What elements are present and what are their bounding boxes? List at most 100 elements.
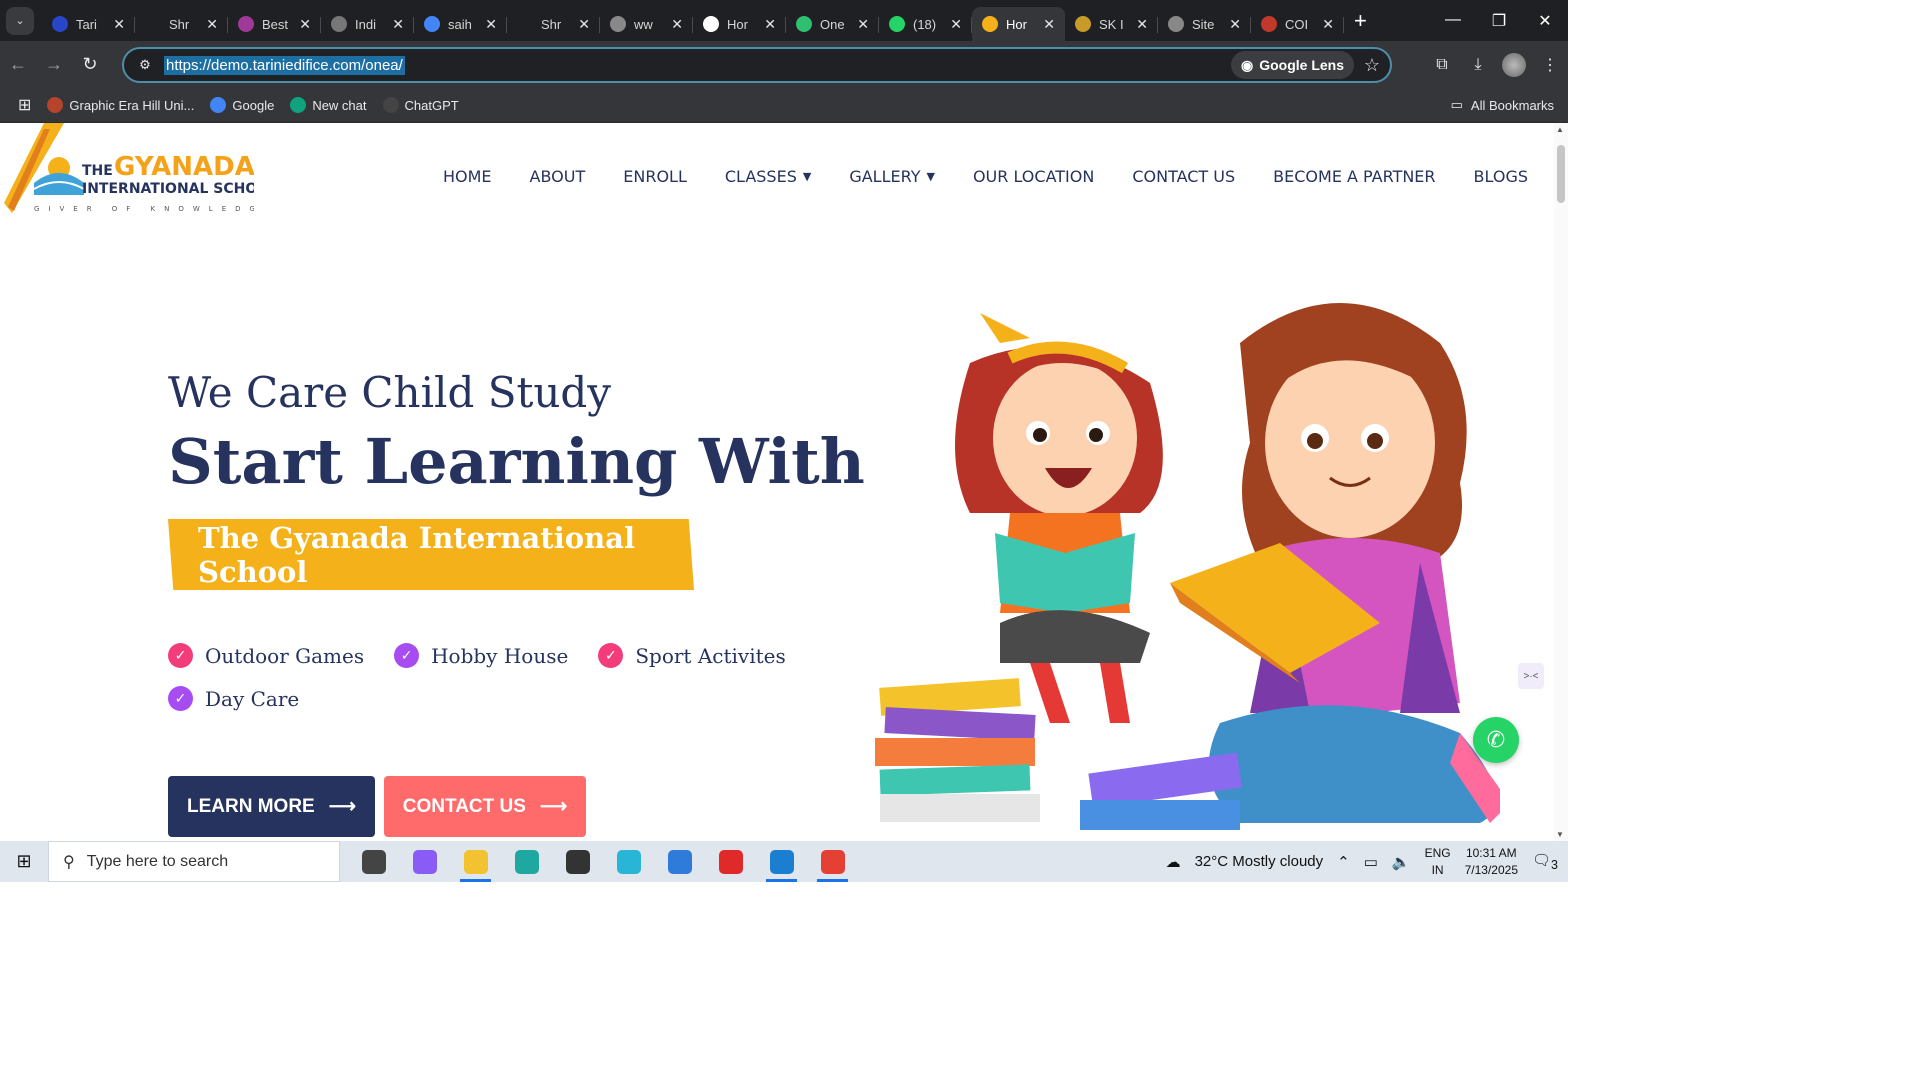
extensions-icon[interactable]: ⧉	[1424, 56, 1460, 74]
bookmark-star-icon[interactable]: ☆	[1354, 55, 1390, 76]
taskbar-app-photos[interactable]	[654, 841, 705, 882]
browser-tab[interactable]: (18) ✕	[879, 7, 972, 41]
google-lens-button[interactable]: ◉ Google Lens	[1230, 51, 1354, 79]
browser-tab[interactable]: Tari ✕	[42, 7, 135, 41]
tab-title: Hor	[1006, 16, 1027, 32]
tab-close-icon[interactable]: ✕	[950, 16, 962, 33]
taskbar-search[interactable]: ⚲ Type here to search	[48, 841, 340, 882]
profile-avatar[interactable]	[1502, 52, 1526, 77]
browser-tab[interactable]: Shr ✕	[135, 7, 228, 41]
toolbar-right: ⧉ ⤓ ⋮	[1424, 41, 1568, 88]
download-icon[interactable]: ⤓	[1460, 56, 1496, 74]
browser-toolbar: ← → ↻ ⚙ https://demo.tariniedifice.com/o…	[0, 41, 1568, 88]
forward-button[interactable]: →	[36, 54, 72, 75]
nav-item[interactable]: CLASSES ▼	[725, 167, 811, 186]
tab-close-icon[interactable]: ✕	[1229, 16, 1241, 33]
tab-close-icon[interactable]: ✕	[764, 16, 776, 33]
new-tab-button[interactable]: +	[1354, 8, 1367, 34]
taskbar-app-edge[interactable]	[501, 841, 552, 882]
browser-tab[interactable]: One ✕	[786, 7, 879, 41]
tab-close-icon[interactable]: ✕	[1136, 16, 1148, 33]
nav-item[interactable]: CONTACT US	[1132, 167, 1235, 186]
reload-button[interactable]: ↻	[72, 54, 108, 75]
taskbar-app-file-explorer[interactable]	[450, 841, 501, 882]
scroll-up-arrow[interactable]: ▲	[1556, 125, 1564, 134]
scrollbar-thumb[interactable]	[1557, 145, 1565, 203]
browser-tab[interactable]: saih ✕	[414, 7, 507, 41]
tab-close-icon[interactable]: ✕	[578, 16, 590, 33]
nav-item[interactable]: BLOGS	[1474, 167, 1528, 186]
taskbar-app-app-3[interactable]	[603, 841, 654, 882]
whatsapp-icon[interactable]: ✆	[1473, 717, 1519, 763]
tab-close-icon[interactable]: ✕	[206, 16, 218, 33]
tab-close-icon[interactable]: ✕	[1043, 16, 1055, 33]
hero-banner: The Gyanada International School	[168, 519, 694, 590]
nav-item[interactable]: GALLERY ▼	[849, 167, 935, 186]
learn-more-button[interactable]: LEARN MORE ⟶	[168, 776, 375, 837]
battery-icon[interactable]: ▭	[1364, 853, 1378, 871]
nav-item[interactable]: ABOUT	[530, 167, 586, 186]
weather-text[interactable]: 32°C Mostly cloudy	[1195, 853, 1324, 870]
volume-icon[interactable]: 🔈	[1392, 853, 1411, 871]
nav-item[interactable]: ENROLL	[623, 167, 687, 186]
nav-item[interactable]: HOME	[443, 167, 492, 186]
page-scrollbar[interactable]: ▲ ▼	[1554, 123, 1568, 841]
back-button[interactable]: ←	[0, 54, 36, 75]
browser-tab[interactable]: SK I ✕	[1065, 7, 1158, 41]
side-widget-icon[interactable]: >·<	[1518, 663, 1544, 689]
tab-close-icon[interactable]: ✕	[857, 16, 869, 33]
browser-tab[interactable]: Best ✕	[228, 7, 321, 41]
browser-tab[interactable]: Site ✕	[1158, 7, 1251, 41]
browser-tab[interactable]: ww ✕	[600, 7, 693, 41]
clock[interactable]: 10:31 AM 7/13/2025	[1465, 845, 1518, 879]
language-indicator[interactable]: ENG IN	[1425, 845, 1451, 879]
notifications-icon[interactable]: 🗨3	[1532, 851, 1558, 872]
tab-close-icon[interactable]: ✕	[392, 16, 404, 33]
school-logo[interactable]: THE GYANADA INTERNATIONAL SCHOOL GIVER O…	[4, 123, 254, 218]
tab-close-icon[interactable]: ✕	[1322, 16, 1334, 33]
logo-tagline: GIVER OF KNOWLEDGE	[34, 205, 254, 213]
menu-icon[interactable]: ⋮	[1532, 55, 1568, 75]
arrow-right-icon: ⟶	[328, 796, 356, 817]
windows-start-icon[interactable]: ⊞	[0, 851, 48, 872]
taskbar-app-vscode[interactable]	[756, 841, 807, 882]
apps-grid-icon[interactable]: ⊞	[18, 95, 31, 115]
scroll-down-arrow[interactable]: ▼	[1556, 830, 1564, 839]
taskbar-app-wps[interactable]	[705, 841, 756, 882]
nav-item[interactable]: OUR LOCATION	[973, 167, 1094, 186]
tab-favicon-icon	[424, 16, 440, 32]
address-bar[interactable]: ⚙ https://demo.tariniedifice.com/onea/ ◉…	[122, 47, 1392, 83]
minimize-button[interactable]: —	[1430, 11, 1476, 31]
browser-tab[interactable]: Hor ✕	[972, 7, 1065, 41]
url-text[interactable]: https://demo.tariniedifice.com/onea/	[164, 55, 405, 75]
tab-title: (18)	[913, 16, 937, 32]
taskbar-app-autodesk[interactable]	[552, 841, 603, 882]
tab-close-icon[interactable]: ✕	[299, 16, 311, 33]
tab-close-icon[interactable]: ✕	[485, 16, 497, 33]
taskbar-app-chrome[interactable]	[807, 841, 858, 882]
all-bookmarks-button[interactable]: ▭ All Bookmarks	[1451, 97, 1554, 113]
bookmark-item[interactable]: ChatGPT	[382, 97, 459, 113]
restore-button[interactable]: ❐	[1476, 11, 1522, 31]
tab-list: Tari ✕ Shr ✕ Best ✕ Indi ✕ saih ✕ Shr ✕ ww ✕ Hor ✕ One ✕(…	[42, 0, 1344, 41]
bookmark-item[interactable]: Graphic Era Hill Uni...	[47, 97, 194, 113]
bookmark-item[interactable]: New chat	[290, 97, 367, 113]
weather-icon[interactable]: ☁	[1166, 853, 1181, 871]
site-info-icon[interactable]: ⚙	[130, 57, 160, 73]
tab-close-icon[interactable]: ✕	[113, 16, 125, 33]
contact-us-button[interactable]: CONTACT US ⟶	[384, 776, 586, 837]
browser-tab[interactable]: Indi ✕	[321, 7, 414, 41]
bookmark-item[interactable]: Google	[210, 97, 274, 113]
search-icon: ⚲	[63, 853, 75, 871]
taskbar-app-task-view[interactable]	[348, 841, 399, 882]
nav-item[interactable]: BECOME A PARTNER	[1273, 167, 1435, 186]
tab-search-button[interactable]: ⌄	[6, 6, 34, 35]
browser-tab[interactable]: COI ✕	[1251, 7, 1344, 41]
chevron-up-icon[interactable]: ⌃	[1337, 853, 1350, 871]
tab-close-icon[interactable]: ✕	[671, 16, 683, 33]
feature-item: ✓ Day Care	[168, 686, 299, 711]
taskbar-app-copilot[interactable]	[399, 841, 450, 882]
browser-tab[interactable]: Shr ✕	[507, 7, 600, 41]
close-window-button[interactable]: ✕	[1522, 11, 1568, 31]
browser-tab[interactable]: Hor ✕	[693, 7, 786, 41]
